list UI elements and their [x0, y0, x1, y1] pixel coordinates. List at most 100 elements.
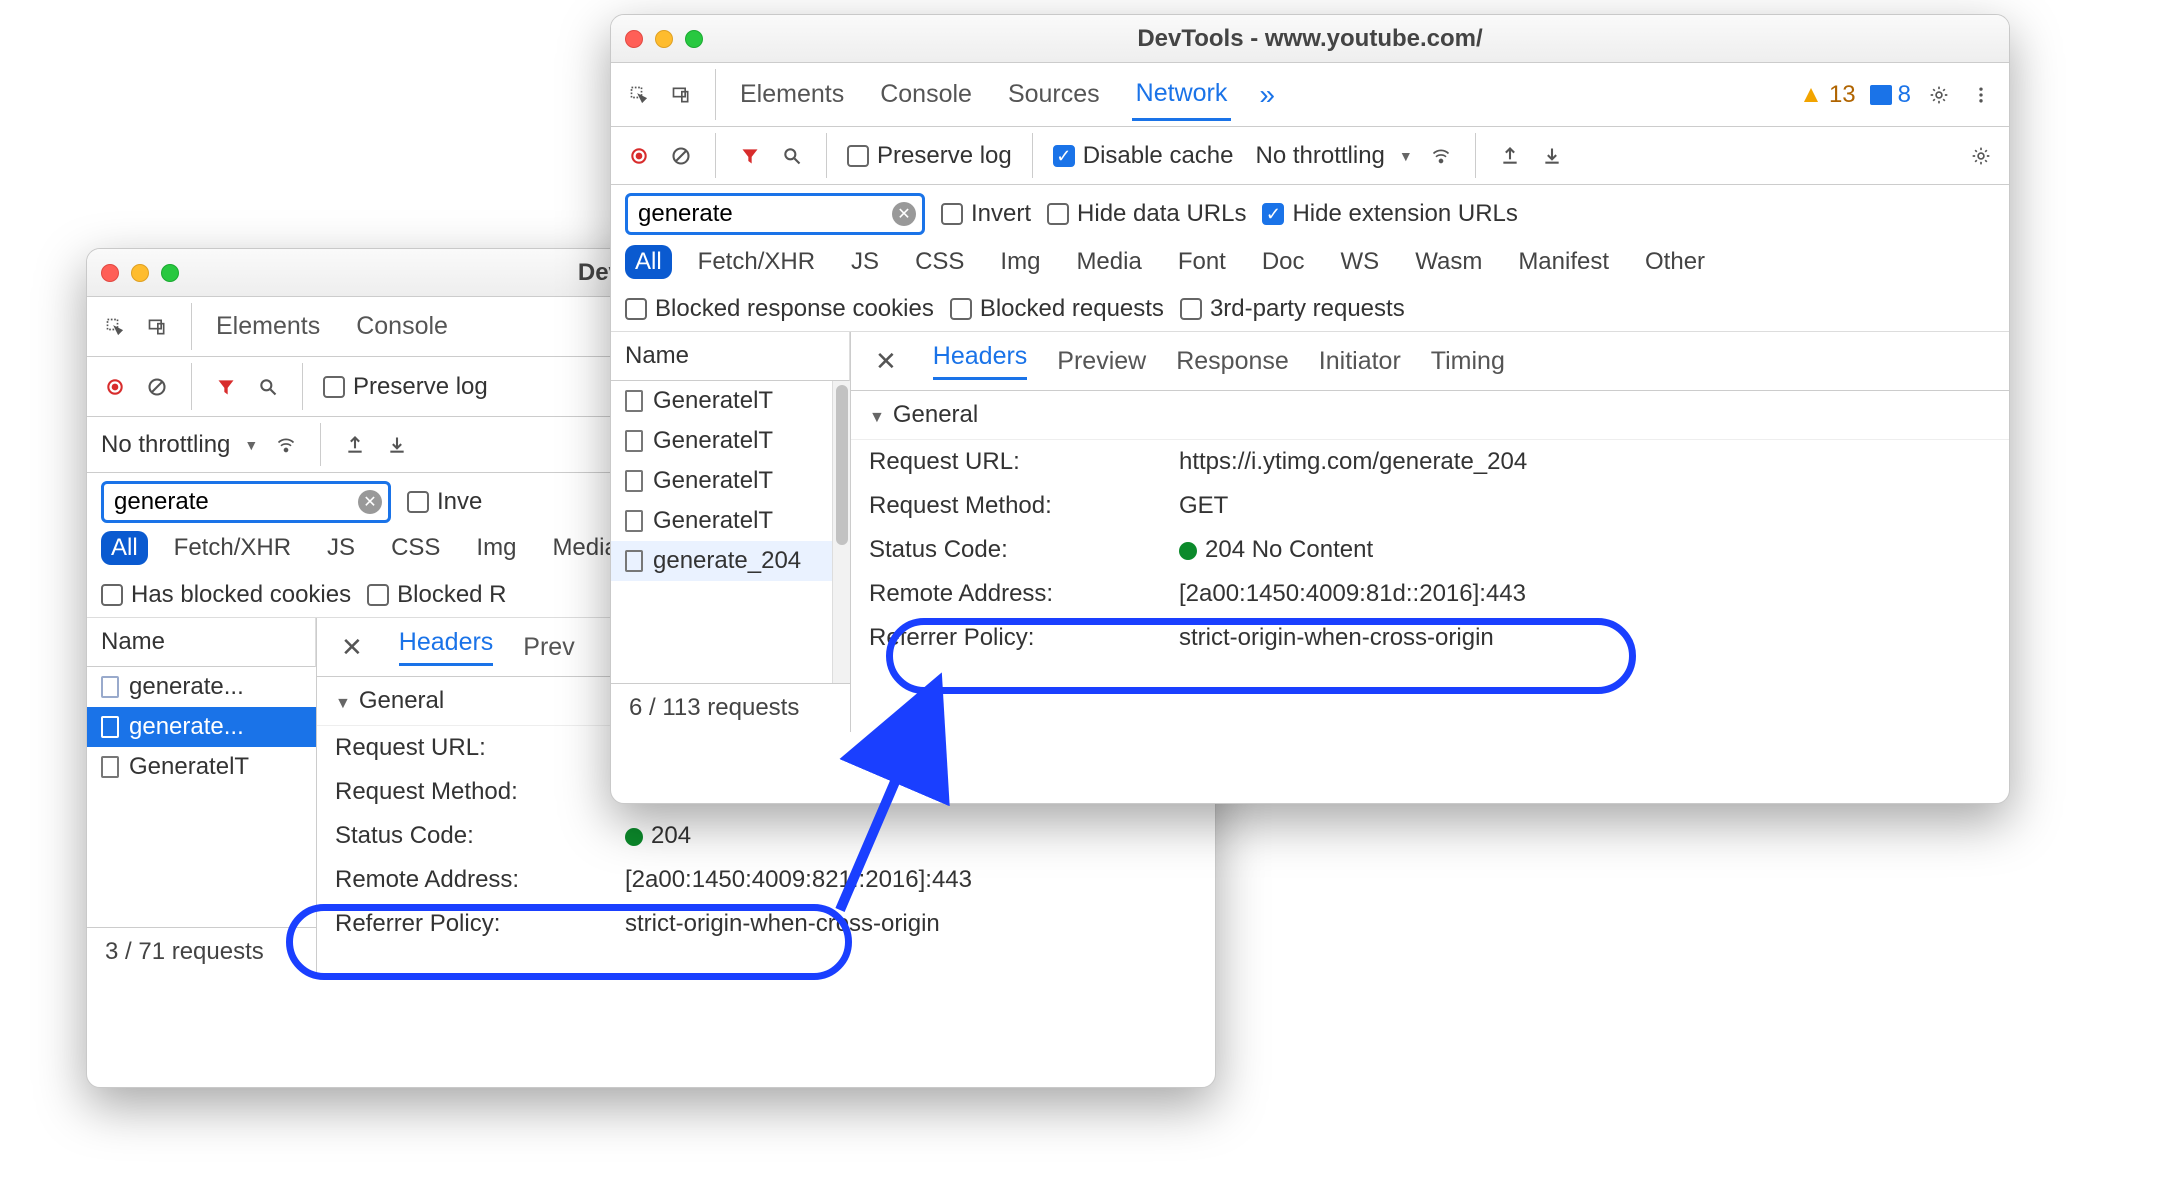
search-icon[interactable]	[254, 373, 282, 401]
type-other[interactable]: Other	[1635, 245, 1715, 279]
invert-checkbox[interactable]: Invert	[941, 200, 1031, 228]
close-detail-icon[interactable]: ✕	[335, 632, 369, 663]
device-toggle-icon[interactable]	[667, 81, 695, 109]
type-filter-row: All Fetch/XHR JS CSS Img Media Font Doc …	[611, 243, 2009, 287]
type-doc[interactable]: Doc	[1252, 245, 1315, 279]
remote-address-row: Remote Address:[2a00:1450:4009:81d::2016…	[851, 572, 2009, 616]
request-url-row: Request URL:https://i.ytimg.com/generate…	[851, 440, 2009, 484]
upload-icon[interactable]	[341, 431, 369, 459]
blocked-requests-checkbox[interactable]: Blocked requests	[950, 295, 1164, 323]
tabs-overflow-icon[interactable]: »	[1259, 79, 1275, 111]
request-row[interactable]: GeneratelT	[611, 461, 832, 501]
type-css[interactable]: CSS	[905, 245, 974, 279]
filter-input[interactable]: ✕	[625, 193, 925, 235]
invert-checkbox[interactable]: Inve	[407, 488, 482, 516]
wifi-icon[interactable]	[1427, 142, 1455, 170]
type-img[interactable]: Img	[990, 245, 1050, 279]
filter-icon[interactable]	[212, 373, 240, 401]
close-detail-icon[interactable]: ✕	[869, 346, 903, 377]
detail-tab-initiator[interactable]: Initiator	[1319, 347, 1401, 376]
filter-text[interactable]	[638, 200, 888, 228]
clear-icon[interactable]	[143, 373, 171, 401]
tab-elements[interactable]: Elements	[736, 70, 848, 119]
settings-icon[interactable]	[1925, 81, 1953, 109]
request-row[interactable]: GeneratelT	[87, 747, 316, 787]
detail-tab-headers[interactable]: Headers	[399, 628, 494, 666]
type-wasm[interactable]: Wasm	[1405, 245, 1492, 279]
type-js[interactable]: JS	[317, 531, 365, 565]
clear-filter-icon[interactable]: ✕	[358, 490, 382, 514]
tab-sources[interactable]: Sources	[1004, 70, 1104, 119]
detail-tab-response[interactable]: Response	[1176, 347, 1289, 376]
type-ws[interactable]: WS	[1331, 245, 1390, 279]
type-media[interactable]: Media	[1066, 245, 1151, 279]
clear-filter-icon[interactable]: ✕	[892, 202, 916, 226]
request-row[interactable]: GeneratelT	[611, 501, 832, 541]
device-toggle-icon[interactable]	[143, 313, 171, 341]
detail-tab-preview[interactable]: Prev	[523, 633, 574, 662]
more-icon[interactable]	[1967, 81, 1995, 109]
titlebar[interactable]: DevTools - www.youtube.com/	[611, 15, 2009, 63]
blocked-cookies-checkbox[interactable]: Blocked response cookies	[625, 295, 934, 323]
request-row[interactable]: GeneratelT	[611, 421, 832, 461]
blocked-cookies-checkbox[interactable]: Has blocked cookies	[101, 581, 351, 609]
name-scrollbar[interactable]	[832, 381, 850, 683]
request-row[interactable]: generate...	[87, 707, 316, 747]
filter-icon[interactable]	[736, 142, 764, 170]
inspect-icon[interactable]	[625, 81, 653, 109]
request-row[interactable]: GeneratelT	[611, 381, 832, 421]
tab-network[interactable]: Network	[1132, 69, 1232, 121]
type-img[interactable]: Img	[466, 531, 526, 565]
type-font[interactable]: Font	[1168, 245, 1236, 279]
blocked-requests-checkbox[interactable]: Blocked R	[367, 581, 506, 609]
detail-tab-headers[interactable]: Headers	[933, 342, 1028, 380]
detail-tab-timing[interactable]: Timing	[1431, 347, 1505, 376]
status-code-row: Status Code:204 No Content	[851, 528, 2009, 572]
throttle-select[interactable]: No throttling	[1255, 142, 1412, 170]
warnings-badge[interactable]: ▲13	[1799, 81, 1855, 109]
clear-icon[interactable]	[667, 142, 695, 170]
requests-footer: 3 / 71 requests	[87, 927, 316, 976]
inspect-icon[interactable]	[101, 313, 129, 341]
type-all[interactable]: All	[101, 531, 148, 565]
hide-extension-urls-checkbox[interactable]: Hide extension URLs	[1262, 200, 1517, 228]
type-fetch[interactable]: Fetch/XHR	[164, 531, 301, 565]
detail-tabs: ✕ Headers Preview Response Initiator Tim…	[851, 332, 2009, 391]
preserve-log-checkbox[interactable]: Preserve log	[847, 142, 1012, 170]
preserve-log-checkbox[interactable]: Preserve log	[323, 373, 488, 401]
network-toolbar: Preserve log Disable cache No throttling	[611, 127, 2009, 185]
disable-cache-checkbox[interactable]: Disable cache	[1053, 142, 1234, 170]
request-row[interactable]: generate...	[87, 667, 316, 707]
type-css[interactable]: CSS	[381, 531, 450, 565]
download-icon[interactable]	[1538, 142, 1566, 170]
type-js[interactable]: JS	[841, 245, 889, 279]
name-column-header[interactable]: Name	[87, 618, 316, 667]
record-icon[interactable]	[625, 142, 653, 170]
download-icon[interactable]	[383, 431, 411, 459]
tab-console[interactable]: Console	[352, 302, 452, 351]
main-tabs-row: Elements Console Sources Network » ▲13 8	[611, 63, 2009, 127]
status-dot-icon	[625, 828, 643, 846]
detail-tab-preview[interactable]: Preview	[1057, 347, 1146, 376]
tab-console[interactable]: Console	[876, 70, 976, 119]
messages-badge[interactable]: 8	[1870, 81, 1911, 109]
throttle-select[interactable]: No throttling	[101, 431, 258, 459]
remote-address-row: Remote Address:[2a00:1450:4009:821::2016…	[317, 858, 1215, 902]
upload-icon[interactable]	[1496, 142, 1524, 170]
search-icon[interactable]	[778, 142, 806, 170]
tab-elements[interactable]: Elements	[212, 302, 324, 351]
third-party-checkbox[interactable]: 3rd-party requests	[1180, 295, 1405, 323]
hide-data-urls-checkbox[interactable]: Hide data URLs	[1047, 200, 1246, 228]
wifi-icon[interactable]	[272, 431, 300, 459]
name-column-header[interactable]: Name	[611, 332, 850, 381]
request-row[interactable]: generate_204	[611, 541, 832, 581]
preserve-log-label: Preserve log	[353, 373, 488, 401]
record-icon[interactable]	[101, 373, 129, 401]
settings-icon[interactable]	[1967, 142, 1995, 170]
filter-input[interactable]: ✕	[101, 481, 391, 523]
type-fetch[interactable]: Fetch/XHR	[688, 245, 825, 279]
general-section[interactable]: General	[851, 391, 2009, 440]
type-manifest[interactable]: Manifest	[1508, 245, 1619, 279]
type-all[interactable]: All	[625, 245, 672, 279]
filter-text[interactable]	[114, 488, 354, 516]
